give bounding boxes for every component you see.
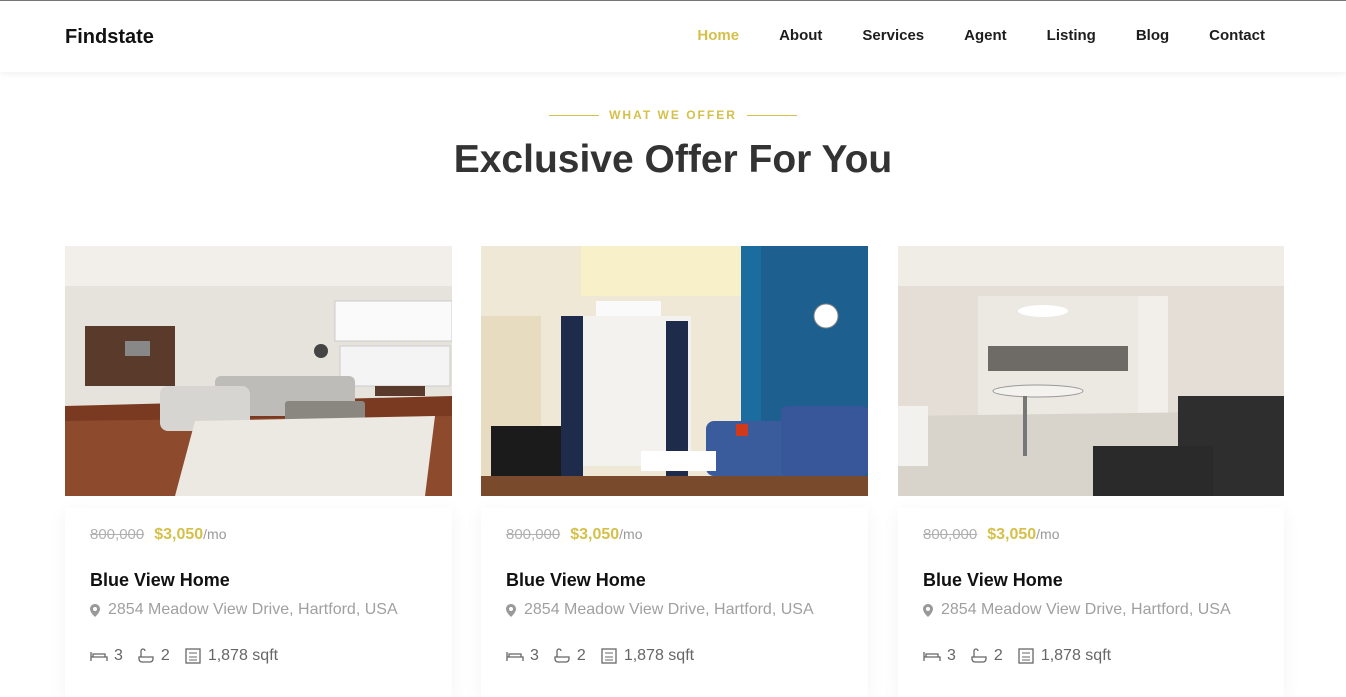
listing-card[interactable]: 800,000 $3,050 /mo Blue View Home 2854 M… [65, 246, 452, 697]
listing-body: 800,000 $3,050 /mo Blue View Home 2854 M… [898, 508, 1284, 697]
address-text: 2854 Meadow View Drive, Hartford, USA [941, 601, 1231, 618]
eyebrow-text: WHAT WE OFFER [609, 108, 737, 122]
eyebrow-line-left [549, 114, 600, 116]
nav-contact[interactable]: Contact [1209, 27, 1265, 44]
nav-services[interactable]: Services [862, 27, 924, 44]
address-text: 2854 Meadow View Drive, Hartford, USA [108, 601, 398, 618]
bed-icon [90, 652, 108, 661]
old-price: 800,000 [506, 526, 561, 543]
bath-icon [971, 648, 987, 663]
listing-body: 800,000 $3,050 /mo Blue View Home 2854 M… [481, 508, 868, 697]
price-period: /mo [203, 526, 227, 542]
baths-count: 2 [160, 647, 170, 664]
current-price: $3,050 [154, 526, 204, 543]
price-row: 800,000 $3,050 /mo [90, 526, 427, 544]
nav-about[interactable]: About [779, 27, 822, 44]
eyebrow-line-right [746, 114, 797, 116]
listing-photo[interactable] [898, 246, 1285, 496]
listing-photo[interactable] [481, 246, 868, 496]
map-pin-icon [506, 603, 516, 617]
bed-icon [506, 652, 524, 661]
listing-features: 3 2 1,878 sqft [506, 647, 843, 665]
area-size: 1,878 sqft [1040, 647, 1112, 664]
map-pin-icon [923, 603, 933, 617]
listing-address: 2854 Meadow View Drive, Hartford, USA [923, 601, 1259, 619]
price-period: /mo [619, 526, 643, 542]
listing-title[interactable]: Blue View Home [506, 570, 843, 591]
beds-count: 3 [947, 647, 956, 664]
listing-title[interactable]: Blue View Home [90, 570, 427, 591]
beds-count: 3 [530, 647, 539, 664]
bath-icon [554, 648, 570, 663]
bath-icon [138, 648, 154, 663]
price-row: 800,000 $3,050 /mo [506, 526, 843, 544]
area-icon [601, 648, 617, 664]
section-title: Exclusive Offer For You [453, 138, 893, 181]
baths-count: 2 [576, 647, 586, 664]
old-price: 800,000 [90, 526, 145, 543]
beds-count: 3 [114, 647, 123, 664]
site-header: Findstate Home About Services Agent List… [0, 1, 1346, 72]
listing-address: 2854 Meadow View Drive, Hartford, USA [506, 601, 843, 619]
listing-card[interactable]: 800,000 $3,050 /mo Blue View Home 2854 M… [898, 246, 1284, 697]
baths-count: 2 [993, 647, 1003, 664]
listing-photo[interactable] [65, 246, 452, 496]
listing-body: 800,000 $3,050 /mo Blue View Home 2854 M… [65, 508, 452, 697]
price-period: /mo [1036, 526, 1060, 542]
listing-title[interactable]: Blue View Home [923, 570, 1259, 591]
nav-home[interactable]: Home [697, 27, 739, 44]
section-eyebrow: WHAT WE OFFER [0, 108, 1346, 122]
area-size: 1,878 sqft [207, 647, 279, 664]
address-text: 2854 Meadow View Drive, Hartford, USA [524, 601, 814, 618]
nav-agent[interactable]: Agent [964, 27, 1007, 44]
listing-card[interactable]: 800,000 $3,050 /mo Blue View Home 2854 M… [481, 246, 868, 697]
old-price: 800,000 [923, 526, 978, 543]
current-price: $3,050 [570, 526, 620, 543]
nav-blog[interactable]: Blog [1136, 27, 1169, 44]
current-price: $3,050 [987, 526, 1037, 543]
main-nav: Home About Services Agent Listing Blog C… [697, 27, 1265, 44]
area-icon [1018, 648, 1034, 664]
area-size: 1,878 sqft [623, 647, 695, 664]
nav-listing[interactable]: Listing [1047, 27, 1096, 44]
map-pin-icon [90, 603, 100, 617]
bed-icon [923, 652, 941, 661]
price-row: 800,000 $3,050 /mo [923, 526, 1259, 544]
listing-features: 3 2 1,878 sqft [923, 647, 1259, 665]
brand-logo[interactable]: Findstate [65, 26, 154, 49]
listing-address: 2854 Meadow View Drive, Hartford, USA [90, 601, 427, 619]
listing-features: 3 2 1,878 sqft [90, 647, 427, 665]
area-icon [185, 648, 201, 664]
